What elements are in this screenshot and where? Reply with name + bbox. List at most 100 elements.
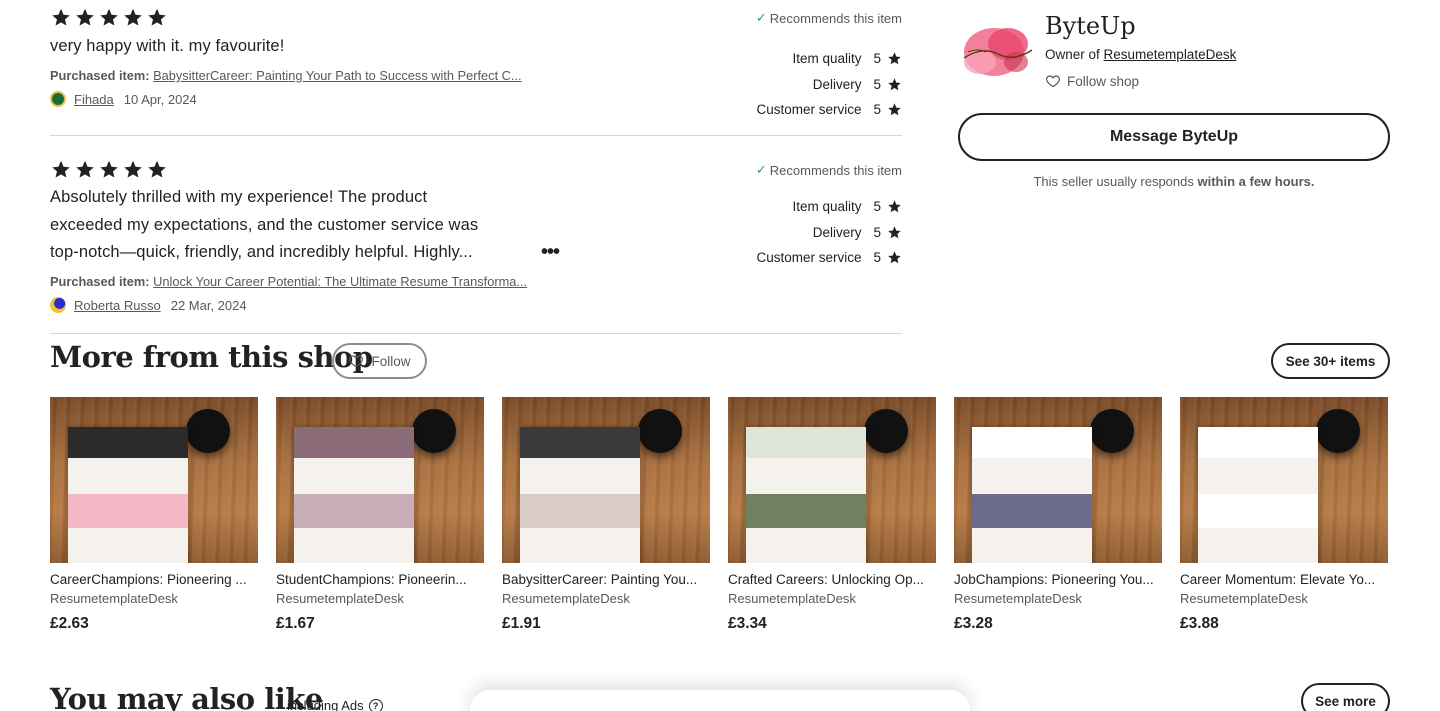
review-text-line: exceeded my expectations, and the custom… — [50, 215, 479, 234]
response-time-note: This seller usually responds within a fe… — [958, 174, 1390, 189]
reviewer-name-link[interactable]: Roberta Russo — [74, 298, 161, 313]
rating-value: 5 — [873, 250, 881, 266]
rating-delivery: Delivery 5 — [756, 72, 902, 98]
resume-preview-image — [746, 427, 866, 563]
avatar — [50, 297, 66, 313]
rating-value: 5 — [873, 199, 881, 215]
see-more-button[interactable]: See more — [1301, 683, 1390, 711]
review-stars — [50, 7, 168, 28]
review-text: very happy with it. my favourite! — [50, 37, 285, 55]
listing-card[interactable]: BabysitterCareer: Painting You... Resume… — [502, 397, 710, 633]
listing-shop-name: ResumetemplateDesk — [954, 591, 1082, 606]
review-text: Absolutely thrilled with my experience! … — [50, 184, 520, 267]
reviewer-name-link[interactable]: Fihada — [74, 92, 114, 107]
section-title: You may also like — [50, 682, 323, 711]
listing-shop-name: ResumetemplateDesk — [728, 591, 856, 606]
coffee-cup-image — [186, 409, 230, 453]
ads-label: including Ads — [287, 698, 364, 711]
rating-label: Item quality — [792, 51, 862, 67]
listing-card[interactable]: CareerChampions: Pioneering ... Resumete… — [50, 397, 258, 633]
floating-panel-edge — [470, 690, 970, 711]
listing-price: £2.63 — [50, 615, 89, 632]
shop-link[interactable]: ResumetemplateDesk — [1104, 47, 1237, 62]
rating-value: 5 — [873, 224, 881, 240]
listing-thumbnail[interactable] — [50, 397, 258, 563]
listing-shop-name: ResumetemplateDesk — [502, 591, 630, 606]
resume-preview-image — [1198, 427, 1318, 563]
rating-customer-service: Customer service 5 — [756, 97, 902, 123]
section-title: More from this shop — [50, 340, 373, 374]
follow-button[interactable]: Follow — [332, 343, 427, 379]
listing-shop-name: ResumetemplateDesk — [50, 591, 178, 606]
coffee-cup-image — [864, 409, 908, 453]
help-icon[interactable]: ? — [368, 698, 383, 711]
listing-title[interactable]: Crafted Careers: Unlocking Op... — [728, 572, 936, 587]
rating-label: Customer service — [756, 102, 862, 118]
listing-title[interactable]: Career Momentum: Elevate Yo... — [1180, 572, 1388, 587]
rating-value: 5 — [873, 102, 881, 118]
listing-title[interactable]: StudentChampions: Pioneerin... — [276, 572, 484, 587]
listing-price: £1.91 — [502, 615, 541, 632]
rating-item-quality: Item quality 5 — [756, 194, 902, 220]
listing-shop-name: ResumetemplateDesk — [1180, 591, 1308, 606]
recommends-badge: ✓ Recommends this item — [756, 10, 902, 26]
rating-customer-service: Customer service 5 — [756, 245, 902, 271]
review-card: Absolutely thrilled with my experience! … — [50, 151, 902, 334]
follow-shop-label: Follow shop — [1067, 73, 1140, 89]
star-icon — [148, 8, 166, 26]
message-seller-button[interactable]: Message ByteUp — [958, 113, 1390, 161]
purchased-item: Purchased item: BabysitterCareer: Painti… — [50, 68, 522, 83]
shop-owner-line: Owner of ResumetemplateDesk — [1045, 47, 1236, 62]
listing-card[interactable]: Crafted Careers: Unlocking Op... Resumet… — [728, 397, 936, 633]
follow-shop-button[interactable]: Follow shop — [1045, 73, 1139, 89]
rating-label: Item quality — [792, 199, 862, 215]
purchased-label: Purchased item: — [50, 68, 150, 83]
star-icon — [888, 103, 901, 116]
listing-card[interactable]: StudentChampions: Pioneerin... Resumetem… — [276, 397, 484, 633]
listing-grid: CareerChampions: Pioneering ... Resumete… — [50, 397, 1390, 633]
listing-title[interactable]: JobChampions: Pioneering You... — [954, 572, 1162, 587]
listing-thumbnail[interactable] — [728, 397, 936, 563]
listing-card[interactable]: JobChampions: Pioneering You... Resumete… — [954, 397, 1162, 633]
star-icon — [888, 251, 901, 264]
reviewer-info: Fihada 10 Apr, 2024 — [50, 91, 197, 107]
listing-thumbnail[interactable] — [276, 397, 484, 563]
check-icon: ✓ — [755, 162, 767, 177]
star-icon — [76, 160, 94, 178]
heart-icon — [1046, 75, 1060, 88]
star-icon — [888, 200, 901, 213]
listing-title[interactable]: CareerChampions: Pioneering ... — [50, 572, 258, 587]
star-icon — [888, 78, 901, 90]
star-icon — [52, 160, 70, 178]
rating-label: Delivery — [812, 76, 862, 92]
purchased-item-link[interactable]: BabysitterCareer: Painting Your Path to … — [153, 68, 521, 83]
listing-thumbnail[interactable] — [502, 397, 710, 563]
star-icon — [52, 8, 70, 26]
purchased-item-link[interactable]: Unlock Your Career Potential: The Ultima… — [153, 274, 527, 289]
heart-icon — [349, 355, 364, 368]
resume-preview-image — [972, 427, 1092, 563]
listing-shop-name: ResumetemplateDesk — [276, 591, 404, 606]
rating-value: 5 — [873, 76, 881, 92]
rating-delivery: Delivery 5 — [756, 220, 902, 246]
listing-thumbnail[interactable] — [1180, 397, 1388, 563]
review-date: 22 Mar, 2024 — [170, 297, 247, 313]
star-icon — [888, 52, 901, 65]
shop-logo[interactable] — [958, 18, 1036, 86]
owner-prefix: Owner of — [1045, 47, 1104, 62]
see-all-items-button[interactable]: See 30+ items — [1271, 343, 1390, 379]
check-icon: ✓ — [755, 10, 767, 25]
expand-review-button[interactable]: ••• — [541, 242, 563, 267]
review-text-line: top-notch—quick, friendly, and incredibl… — [50, 243, 473, 261]
rating-label: Customer service — [756, 250, 862, 266]
rating-value: 5 — [873, 51, 881, 67]
listing-title[interactable]: BabysitterCareer: Painting You... — [502, 572, 710, 587]
star-icon — [100, 8, 118, 26]
listing-card[interactable]: Career Momentum: Elevate Yo... Resumetem… — [1180, 397, 1388, 633]
rating-breakdown: Item quality 5 Delivery 5 Customer servi… — [756, 194, 902, 271]
review-date: 10 Apr, 2024 — [123, 91, 197, 107]
listing-thumbnail[interactable] — [954, 397, 1162, 563]
resume-preview-image — [294, 427, 414, 563]
seller-name: ByteUp — [1045, 12, 1136, 40]
listing-price: £3.28 — [954, 615, 993, 632]
